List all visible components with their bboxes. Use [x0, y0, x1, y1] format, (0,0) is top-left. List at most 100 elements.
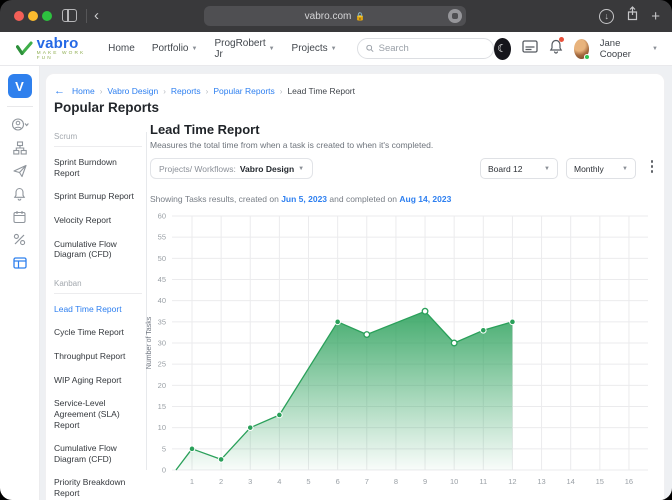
reports-card: ← Home › Vabro Design › Reports › Popula…: [46, 74, 664, 500]
svg-text:5: 5: [162, 444, 166, 453]
breadcrumb-reports[interactable]: Reports: [171, 86, 201, 96]
search-input-wrap[interactable]: [357, 38, 494, 59]
logo-wordmark: vabro: [37, 36, 89, 51]
calendar-icon[interactable]: [13, 205, 26, 228]
completed-date: Aug 14, 2023: [399, 194, 451, 204]
breadcrumb-popular-reports[interactable]: Popular Reports: [213, 86, 274, 96]
rail-divider: [7, 106, 33, 107]
breadcrumb-home[interactable]: Home: [72, 86, 95, 96]
report-description: Measures the total time from when a task…: [150, 140, 433, 150]
sidebar-item-cycle-time[interactable]: Cycle Time Report: [54, 327, 142, 338]
icon-rail: V: [0, 66, 40, 500]
dark-mode-toggle[interactable]: ☾: [494, 38, 511, 60]
workspace-logo[interactable]: V: [8, 74, 32, 98]
svg-text:10: 10: [158, 423, 166, 432]
bell-icon[interactable]: [13, 182, 26, 205]
new-tab-button[interactable]: +: [651, 8, 660, 25]
svg-text:45: 45: [158, 275, 166, 284]
downloads-icon[interactable]: ↓: [599, 9, 614, 24]
share-icon[interactable]: [626, 6, 639, 26]
nav-item-projects[interactable]: Projects▼: [292, 43, 337, 54]
chevron-down-icon: ▼: [622, 166, 628, 172]
results-summary: Showing Tasks results, created on Jun 5,…: [150, 194, 451, 204]
reader-mode-icon[interactable]: [448, 9, 462, 23]
nav-item-progrobert[interactable]: ProgRobert Jr▼: [214, 38, 274, 60]
nav-item-home[interactable]: Home: [108, 43, 135, 54]
sidebar-item-throughput[interactable]: Throughput Report: [54, 351, 142, 362]
chevron-down-icon: ▼: [192, 46, 198, 52]
svg-text:35: 35: [158, 317, 166, 326]
svg-text:25: 25: [158, 360, 166, 369]
zoom-window-button[interactable]: [42, 11, 52, 21]
chrome-divider: [86, 9, 87, 23]
billing-panel-icon[interactable]: [522, 40, 538, 58]
svg-text:9: 9: [423, 477, 427, 486]
notifications-button[interactable]: [549, 39, 563, 59]
sidebar-item-lead-time[interactable]: Lead Time Report: [54, 304, 142, 315]
browser-window: ‹ vabro.com 🔒 ↓ + vabro MAKE WORK FUN: [0, 0, 672, 500]
sidebar-item-cfd-kanban[interactable]: Cumulative Flow Diagram (CFD): [54, 443, 142, 464]
svg-text:55: 55: [158, 233, 166, 242]
svg-text:15: 15: [596, 477, 604, 486]
sidebar-toggle-icon[interactable]: [62, 9, 77, 22]
chevron-down-icon: ▼: [331, 46, 337, 52]
content-area: ← Home › Vabro Design › Reports › Popula…: [40, 66, 672, 500]
project-workflow-filter[interactable]: Projects/ Workflows: Vabro Design ▼: [150, 158, 313, 179]
svg-text:2: 2: [219, 477, 223, 486]
lead-time-chart: 0510152025303540455055601234567891011121…: [142, 208, 654, 492]
close-window-button[interactable]: [14, 11, 24, 21]
reports-board-icon[interactable]: [13, 251, 27, 274]
breadcrumb-current: Lead Time Report: [287, 86, 355, 96]
sidebar-item-velocity[interactable]: Velocity Report: [54, 215, 142, 226]
svg-text:5: 5: [306, 477, 310, 486]
period-select[interactable]: Monthly ▼: [566, 158, 636, 179]
search-input[interactable]: [379, 43, 485, 54]
breadcrumb: ← Home › Vabro Design › Reports › Popula…: [54, 85, 355, 97]
chevron-down-icon: ▼: [544, 166, 550, 172]
report-title: Lead Time Report: [150, 122, 260, 137]
sidebar-item-sla[interactable]: Service-Level Agreement (SLA) Report: [54, 398, 142, 430]
more-options-icon[interactable]: [651, 160, 654, 173]
svg-text:11: 11: [479, 477, 487, 486]
app-navbar: vabro MAKE WORK FUN Home Portfolio▼ Prog…: [0, 32, 672, 66]
svg-text:60: 60: [158, 212, 166, 221]
vabro-check-icon: [16, 39, 33, 59]
back-button[interactable]: ‹: [94, 5, 99, 27]
svg-text:6: 6: [336, 477, 340, 486]
chevron-down-icon: ▼: [298, 166, 304, 172]
svg-text:3: 3: [248, 477, 252, 486]
breadcrumb-back-icon[interactable]: ←: [54, 85, 65, 97]
report-list: Scrum Sprint Burndown Report Sprint Burn…: [54, 132, 142, 500]
sidebar-item-sprint-burndown[interactable]: Sprint Burndown Report: [54, 157, 142, 178]
online-status-dot: [584, 54, 590, 60]
chevron-down-icon[interactable]: ▼: [652, 46, 658, 52]
sidebar-item-cfd-scrum[interactable]: Cumulative Flow Diagram (CFD): [54, 239, 142, 260]
svg-text:4: 4: [277, 477, 281, 486]
board-select[interactable]: Board 12 ▼: [480, 158, 558, 179]
breadcrumb-vabro-design[interactable]: Vabro Design: [107, 86, 158, 96]
workflow-icon[interactable]: [13, 136, 27, 159]
section-label-kanban: Kanban: [54, 279, 142, 294]
sidebar-item-wip-aging[interactable]: WIP Aging Report: [54, 375, 142, 386]
svg-text:40: 40: [158, 296, 166, 305]
nav-item-portfolio[interactable]: Portfolio▼: [152, 43, 198, 54]
svg-text:13: 13: [537, 477, 545, 486]
address-bar[interactable]: vabro.com 🔒: [204, 6, 466, 26]
send-icon[interactable]: [13, 159, 27, 182]
sidebar-item-sprint-burnup[interactable]: Sprint Burnup Report: [54, 191, 142, 202]
percent-icon[interactable]: [13, 228, 26, 251]
created-date: Jun 5, 2023: [281, 194, 327, 204]
sidebar-item-priority-breakdown[interactable]: Priority Breakdown Report: [54, 477, 142, 498]
minimize-window-button[interactable]: [28, 11, 38, 21]
browser-chrome: ‹ vabro.com 🔒 ↓ +: [0, 0, 672, 32]
svg-text:0: 0: [162, 466, 166, 475]
section-label-scrum: Scrum: [54, 132, 142, 147]
chevron-down-icon: ▼: [269, 46, 275, 52]
lock-icon: 🔒: [355, 12, 365, 21]
svg-text:20: 20: [158, 381, 166, 390]
vabro-logo[interactable]: vabro MAKE WORK FUN: [16, 36, 88, 62]
page-title: Popular Reports: [54, 100, 159, 115]
notification-badge: [559, 37, 564, 42]
avatar[interactable]: [574, 39, 589, 59]
account-switcher-icon[interactable]: [11, 113, 29, 136]
